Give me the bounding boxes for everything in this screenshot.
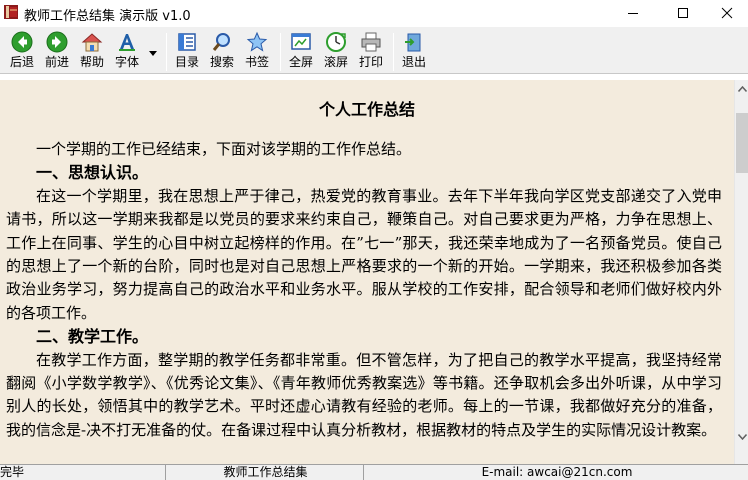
exit-door-icon xyxy=(405,33,421,52)
autoscroll-button[interactable]: 滚屏 xyxy=(319,31,353,73)
minimize-button[interactable] xyxy=(610,0,656,26)
font-label: 字体 xyxy=(114,55,139,69)
back-arrow-icon xyxy=(11,31,33,53)
scroll-thumb[interactable] xyxy=(736,113,748,173)
chevron-down-icon xyxy=(737,433,747,440)
document-body: 一个学期的工作已经结束，下面对该学期的工作作总结。 一、思想认识。在这一个学期里，… xyxy=(6,138,722,442)
section-heading: 一、思想认识。 xyxy=(36,163,149,183)
status-app-name: 教师工作总结集 xyxy=(168,465,364,480)
title-bar: 教师工作总结集 演示版 v1.0 xyxy=(0,0,748,26)
forward-button[interactable]: 前进 xyxy=(40,31,74,73)
bookmark-label: 书签 xyxy=(244,55,269,69)
fullscreen-label: 全屏 xyxy=(288,55,313,69)
scroll-down-button[interactable] xyxy=(735,428,748,445)
section-heading: 二、教学工作。 xyxy=(36,327,149,347)
fullscreen-button[interactable]: 全屏 xyxy=(284,31,318,73)
toolbar-separator xyxy=(166,33,167,71)
printer-icon xyxy=(361,32,381,52)
contents-label: 目录 xyxy=(174,55,199,69)
status-email: E-mail: awcai@21cn.com xyxy=(481,465,633,479)
window-title: 教师工作总结集 演示版 v1.0 xyxy=(24,9,191,24)
exit-label: 退出 xyxy=(401,55,426,69)
app-book-icon[interactable] xyxy=(3,4,19,20)
print-button[interactable]: 打印 xyxy=(354,31,388,73)
document-title: 个人工作总结 xyxy=(318,100,415,119)
help-label: 帮助 xyxy=(79,55,104,69)
search-label: 搜索 xyxy=(209,55,234,69)
star-bookmark-icon xyxy=(246,31,268,52)
maximize-button[interactable] xyxy=(660,0,706,26)
document-view[interactable]: 个人工作总结 一个学期的工作已经结束，下面对该学期的工作作总结。 一、思想认识。在… xyxy=(0,80,734,464)
home-help-icon xyxy=(81,33,103,52)
status-bar: 完毕 教师工作总结集 E-mail: awcai@21cn.com xyxy=(0,464,748,480)
contents-button[interactable]: 目录 xyxy=(170,31,204,73)
font-icon xyxy=(119,34,135,51)
toolbar-separator xyxy=(280,33,281,71)
exit-button[interactable]: 退出 xyxy=(397,31,431,73)
search-button[interactable]: 搜索 xyxy=(205,31,239,73)
status-text: 完毕 xyxy=(0,465,166,480)
forward-label: 前进 xyxy=(44,55,69,69)
back-button[interactable]: 后退 xyxy=(5,31,39,73)
forward-arrow-icon xyxy=(46,31,68,53)
bookmark-button[interactable]: 书签 xyxy=(240,31,274,73)
contents-list-icon xyxy=(178,33,196,51)
scroll-up-button[interactable] xyxy=(735,80,748,97)
autoscroll-clock-icon xyxy=(326,32,346,52)
toolbar: 后退 前进 帮助 字体 目录 搜索 书签 全屏 滚屏 打印 退出 xyxy=(0,26,748,74)
help-button[interactable]: 帮助 xyxy=(75,31,109,73)
chevron-down-icon xyxy=(149,51,157,56)
toolbar-separator xyxy=(393,33,394,71)
print-label: 打印 xyxy=(358,55,383,69)
chevron-up-icon xyxy=(737,85,747,92)
back-label: 后退 xyxy=(9,55,34,69)
font-dropdown-arrow[interactable] xyxy=(146,45,160,59)
paragraph: 在这一个学期里，我在思想上严于律己，热爱党的教育事业。去年下半年我向学区党支部递… xyxy=(6,186,722,322)
vertical-scrollbar[interactable] xyxy=(734,80,748,464)
close-button[interactable] xyxy=(704,0,748,26)
search-icon xyxy=(212,33,230,51)
fullscreen-icon xyxy=(291,33,311,50)
paragraph: 一个学期的工作已经结束，下面对该学期的工作作总结。 xyxy=(36,140,412,158)
autoscroll-label: 滚屏 xyxy=(323,55,348,69)
paragraph: 在教学工作方面，整学期的教学任务都非常重。但不管怎样，为了把自己的教学水平提高，… xyxy=(6,350,722,439)
font-button[interactable]: 字体 xyxy=(110,31,144,73)
